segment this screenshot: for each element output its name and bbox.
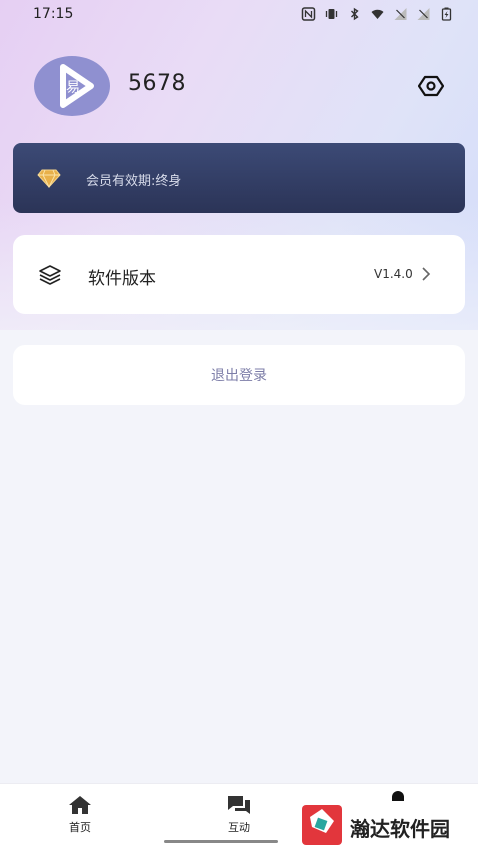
username: 5678 (128, 71, 186, 96)
avatar[interactable]: 易 (33, 55, 111, 117)
signal-off-icon-2 (417, 8, 430, 20)
nfc-icon (301, 7, 316, 21)
home-icon (69, 796, 91, 814)
status-time: 17:15 (33, 6, 74, 22)
status-icons (301, 7, 454, 21)
vibrate-icon (325, 9, 338, 19)
vip-card[interactable]: 会员有效期:终身 (13, 143, 465, 213)
watermark-logo (302, 805, 342, 845)
settings-button[interactable] (417, 72, 445, 100)
bluetooth-icon (351, 7, 359, 21)
battery-icon (441, 7, 452, 21)
status-bar: 17:15 (0, 0, 478, 30)
chat-icon (228, 796, 250, 814)
nav-item-home[interactable]: 首页 (50, 794, 110, 835)
gesture-bar (164, 840, 278, 843)
nav-item-profile-icon[interactable] (392, 791, 404, 801)
version-row[interactable]: 软件版本 V1.4.0 (13, 235, 465, 314)
layers-icon (39, 265, 61, 285)
watermark: 瀚达软件园 (300, 803, 470, 847)
diamond-icon (37, 169, 61, 188)
nav-label-interact: 互动 (228, 821, 250, 834)
version-title: 软件版本 (88, 269, 156, 289)
wifi-icon (371, 9, 384, 19)
chevron-right-icon (422, 267, 431, 281)
nav-label-home: 首页 (69, 821, 91, 834)
nav-item-interact[interactable]: 互动 (209, 794, 269, 835)
logout-button[interactable]: 退出登录 (13, 345, 465, 405)
avatar-text: 易 (66, 80, 80, 96)
version-value: V1.4.0 (374, 267, 413, 281)
signal-off-icon (394, 8, 407, 20)
vip-label: 会员有效期:终身 (86, 174, 182, 189)
settings-icon (418, 75, 444, 97)
watermark-text: 瀚达软件园 (350, 817, 450, 841)
